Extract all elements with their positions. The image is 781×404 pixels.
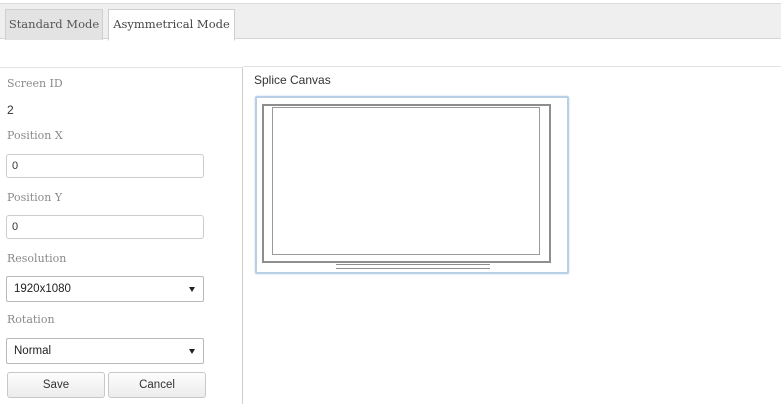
chevron-down-icon xyxy=(189,287,195,292)
resolution-selected-value: 1920x1080 xyxy=(14,283,71,295)
splice-canvas-title: Splice Canvas xyxy=(254,73,331,87)
screen-properties-panel: Screen ID 2 Position X Position Y Resolu… xyxy=(0,67,243,404)
mode-tab-bar: Standard Mode Asymmetrical Mode xyxy=(0,3,781,41)
position-y-label: Position Y xyxy=(7,191,63,204)
screen-id-value: 2 xyxy=(7,103,14,117)
position-x-input[interactable] xyxy=(6,154,204,178)
cancel-button[interactable]: Cancel xyxy=(108,372,206,398)
monitor-screen-area xyxy=(272,107,540,255)
tab-asymmetrical-mode[interactable]: Asymmetrical Mode xyxy=(108,9,235,41)
content-divider xyxy=(243,66,781,67)
screen-id-label: Screen ID xyxy=(7,77,63,90)
position-y-input[interactable] xyxy=(6,215,204,239)
position-x-label: Position X xyxy=(7,129,63,142)
monitor-stand xyxy=(336,264,490,269)
tab-standard-mode[interactable]: Standard Mode xyxy=(5,9,103,40)
save-button[interactable]: Save xyxy=(7,372,105,398)
resolution-label: Resolution xyxy=(7,252,67,265)
rotation-selected-value: Normal xyxy=(14,345,52,357)
resolution-select[interactable]: 1920x1080 xyxy=(6,276,204,302)
rotation-label: Rotation xyxy=(7,313,55,326)
chevron-down-icon xyxy=(189,349,195,354)
rotation-select[interactable]: Normal xyxy=(6,338,204,364)
app-root: Standard Mode Asymmetrical Mode Screen I… xyxy=(0,0,781,404)
